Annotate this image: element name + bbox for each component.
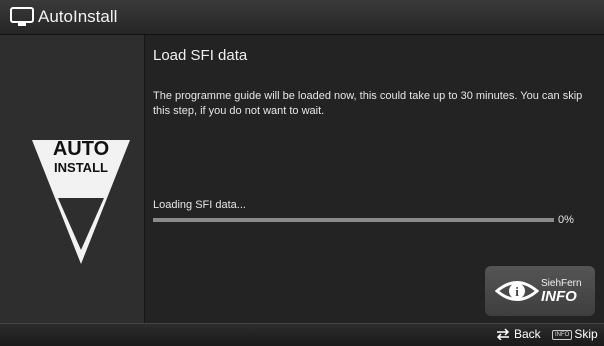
skip-button[interactable]: INFO Skip xyxy=(552,327,598,343)
page-title: AutoInstall xyxy=(38,7,118,26)
logo-line2: INSTALL xyxy=(54,160,108,175)
title-bar: AutoInstall xyxy=(0,0,604,35)
footer-bar: Back INFO Skip xyxy=(0,323,604,346)
svg-text:i: i xyxy=(515,284,519,299)
logo-line1: AUTO xyxy=(52,138,110,160)
side-panel: AUTO INSTALL xyxy=(0,35,145,323)
back-label: Back xyxy=(514,327,541,341)
step-heading: Load SFI data xyxy=(153,47,248,64)
back-button[interactable]: Back xyxy=(495,327,541,343)
siehfern-info-logo: i SiehFern INFO xyxy=(485,266,595,316)
step-description: The programme guide will be loaded now, … xyxy=(153,90,583,117)
progress-percent: 0% xyxy=(558,214,574,226)
info-key-icon: INFO xyxy=(552,330,573,340)
progress-bar xyxy=(153,218,554,222)
back-arrows-icon xyxy=(496,328,510,340)
skip-label: Skip xyxy=(574,327,598,341)
loading-label: Loading SFI data... xyxy=(153,199,246,211)
eye-icon: i xyxy=(495,281,539,301)
brand-line2: INFO xyxy=(541,288,577,305)
tv-icon xyxy=(10,7,34,26)
